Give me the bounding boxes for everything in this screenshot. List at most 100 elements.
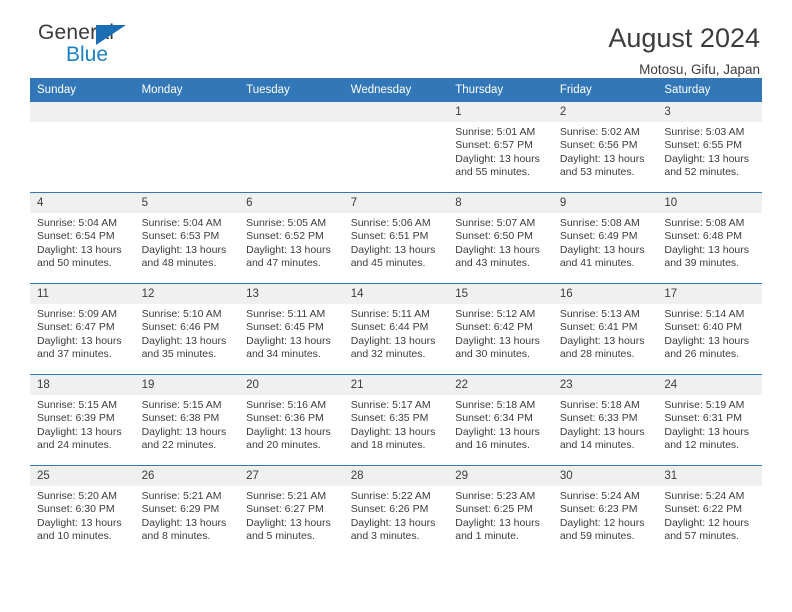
sunrise-text: Sunrise: 5:05 AM <box>246 217 327 229</box>
day-details: Sunrise: 5:03 AM Sunset: 6:55 PM Daylight:… <box>657 122 762 180</box>
calendar-body: 1 Sunrise: 5:01 AM Sunset: 6:57 PM Daylight… <box>30 102 762 556</box>
calendar-day-cell[interactable]: 30 Sunrise: 5:24 AM Sunset: 6:23 PM Dayligh… <box>552 465 658 556</box>
daylight-text: Daylight: 13 hours and 39 minutes. <box>664 243 750 270</box>
calendar-day-cell[interactable]: 6 Sunrise: 5:05 AM Sunset: 6:52 PM Daylight… <box>239 192 344 284</box>
day-details: Sunrise: 5:15 AM Sunset: 6:39 PM Daylight:… <box>30 395 135 453</box>
day-number: 28 <box>343 466 449 486</box>
sunset-text: Sunset: 6:22 PM <box>664 503 743 516</box>
day-number: 19 <box>134 375 240 395</box>
calendar-day-cell[interactable]: 10 Sunrise: 5:08 AM Sunset: 6:48 PM Dayligh… <box>657 192 762 284</box>
day-number: 17 <box>657 284 762 304</box>
day-details: Sunrise: 5:17 AM Sunset: 6:35 PM Daylight:… <box>344 395 449 453</box>
calendar-day-cell[interactable]: 18 Sunrise: 5:15 AM Sunset: 6:39 PM Dayligh… <box>30 374 135 466</box>
calendar-day-cell[interactable]: 16 Sunrise: 5:13 AM Sunset: 6:41 PM Dayligh… <box>552 283 658 375</box>
day-details: Sunrise: 5:24 AM Sunset: 6:23 PM Daylight:… <box>553 486 658 544</box>
calendar-day-cell[interactable]: 8 Sunrise: 5:07 AM Sunset: 6:50 PM Daylight… <box>448 192 553 284</box>
calendar-day-cell[interactable]: 17 Sunrise: 5:14 AM Sunset: 6:40 PM Dayligh… <box>657 283 762 375</box>
calendar-day-cell[interactable]: 13 Sunrise: 5:11 AM Sunset: 6:45 PM Dayligh… <box>239 283 344 375</box>
blue-triangle-flag-icon <box>96 25 126 45</box>
day-details: Sunrise: 5:10 AM Sunset: 6:46 PM Daylight:… <box>135 304 240 362</box>
calendar-day-cell[interactable]: 20 Sunrise: 5:16 AM Sunset: 6:36 PM Dayligh… <box>239 374 344 466</box>
sunset-text: Sunset: 6:27 PM <box>246 503 324 516</box>
sunset-text: Sunset: 6:38 PM <box>141 412 220 425</box>
calendar-day-cell[interactable]: 15 Sunrise: 5:12 AM Sunset: 6:42 PM Dayligh… <box>448 283 553 375</box>
daylight-text: Daylight: 13 hours and 35 minutes. <box>141 334 227 361</box>
calendar-day-cell[interactable]: 29 Sunrise: 5:23 AM Sunset: 6:25 PM Dayligh… <box>448 465 553 556</box>
day-details: Sunrise: 5:11 AM Sunset: 6:44 PM Daylight:… <box>344 304 449 362</box>
sunrise-text: Sunrise: 5:22 AM <box>350 490 431 502</box>
daylight-text: Daylight: 13 hours and 47 minutes. <box>246 243 331 270</box>
sunset-text: Sunset: 6:23 PM <box>559 503 638 516</box>
calendar-head: Sunday Monday Tuesday Wednesday Thursday… <box>30 78 762 102</box>
daylight-text: Daylight: 13 hours and 32 minutes. <box>350 334 436 361</box>
sunset-text: Sunset: 6:33 PM <box>559 412 638 425</box>
page-title: August 2024 <box>608 23 760 53</box>
sunrise-text: Sunrise: 5:18 AM <box>455 399 536 411</box>
weekday-header-monday: Monday <box>134 78 240 102</box>
calendar-day-cell[interactable]: 22 Sunrise: 5:18 AM Sunset: 6:34 PM Dayligh… <box>448 374 553 466</box>
daylight-text: Daylight: 13 hours and 22 minutes. <box>141 425 227 452</box>
calendar-day-cell[interactable]: 12 Sunrise: 5:10 AM Sunset: 6:46 PM Dayligh… <box>134 283 240 375</box>
sunrise-text: Sunrise: 5:03 AM <box>664 126 745 138</box>
calendar-day-cell[interactable]: 7 Sunrise: 5:06 AM Sunset: 6:51 PM Daylight… <box>343 192 449 284</box>
daylight-text: Daylight: 13 hours and 53 minutes. <box>559 152 645 179</box>
calendar-table: Sunday Monday Tuesday Wednesday Thursday… <box>30 78 762 556</box>
sunrise-text: Sunrise: 5:16 AM <box>246 399 327 411</box>
calendar-day-cell[interactable]: 1 Sunrise: 5:01 AM Sunset: 6:57 PM Daylight… <box>448 102 553 193</box>
calendar-week-row: 1 Sunrise: 5:01 AM Sunset: 6:57 PM Daylight… <box>30 102 762 193</box>
day-details: Sunrise: 5:02 AM Sunset: 6:56 PM Daylight:… <box>553 122 658 180</box>
calendar-day-cell[interactable]: 5 Sunrise: 5:04 AM Sunset: 6:53 PM Daylight… <box>134 192 240 284</box>
daylight-text: Daylight: 13 hours and 41 minutes. <box>559 243 645 270</box>
calendar-day-cell[interactable]: 24 Sunrise: 5:19 AM Sunset: 6:31 PM Dayligh… <box>657 374 762 466</box>
sunrise-text: Sunrise: 5:08 AM <box>559 217 640 229</box>
weekday-header-friday: Friday <box>552 78 658 102</box>
sunrise-text: Sunrise: 5:13 AM <box>559 308 640 320</box>
weekday-header-tuesday: Tuesday <box>239 78 344 102</box>
sunset-text: Sunset: 6:50 PM <box>455 230 533 243</box>
daylight-text: Daylight: 13 hours and 14 minutes. <box>559 425 645 452</box>
day-details: Sunrise: 5:21 AM Sunset: 6:29 PM Daylight:… <box>135 486 240 544</box>
sunrise-text: Sunrise: 5:19 AM <box>664 399 745 411</box>
calendar-day-cell[interactable]: 21 Sunrise: 5:17 AM Sunset: 6:35 PM Dayligh… <box>343 374 449 466</box>
brand-logo[interactable]: General Blue <box>30 22 238 65</box>
brand-name-primary: General <box>38 21 115 44</box>
day-number: 27 <box>239 466 344 486</box>
day-details: Sunrise: 5:12 AM Sunset: 6:42 PM Daylight:… <box>448 304 553 362</box>
sunset-text: Sunset: 6:31 PM <box>664 412 743 425</box>
sunset-text: Sunset: 6:56 PM <box>559 139 638 152</box>
daylight-text: Daylight: 13 hours and 55 minutes. <box>455 152 540 179</box>
calendar-day-cell[interactable]: 31 Sunrise: 5:24 AM Sunset: 6:22 PM Dayligh… <box>657 465 762 556</box>
calendar-day-cell[interactable]: 4 Sunrise: 5:04 AM Sunset: 6:54 PM Daylight… <box>30 192 135 284</box>
calendar-day-cell[interactable]: 2 Sunrise: 5:02 AM Sunset: 6:56 PM Daylight… <box>552 102 658 193</box>
day-number: 10 <box>657 193 762 213</box>
calendar-day-cell[interactable]: 26 Sunrise: 5:21 AM Sunset: 6:29 PM Dayligh… <box>134 465 240 556</box>
day-details: Sunrise: 5:15 AM Sunset: 6:38 PM Daylight:… <box>135 395 240 453</box>
daylight-text: Daylight: 13 hours and 5 minutes. <box>246 516 331 543</box>
day-number: 11 <box>30 284 135 304</box>
calendar-day-cell[interactable]: 11 Sunrise: 5:09 AM Sunset: 6:47 PM Dayligh… <box>30 283 135 375</box>
day-number: 3 <box>657 102 762 122</box>
sunrise-text: Sunrise: 5:08 AM <box>664 217 745 229</box>
daylight-text: Daylight: 13 hours and 28 minutes. <box>559 334 645 361</box>
sunset-text: Sunset: 6:46 PM <box>141 321 220 334</box>
calendar-day-cell[interactable]: 27 Sunrise: 5:21 AM Sunset: 6:27 PM Dayligh… <box>239 465 344 556</box>
day-number: 13 <box>239 284 344 304</box>
daylight-text: Daylight: 13 hours and 10 minutes. <box>37 516 122 543</box>
sunrise-text: Sunrise: 5:20 AM <box>37 490 117 502</box>
daylight-text: Daylight: 13 hours and 37 minutes. <box>37 334 122 361</box>
calendar-day-cell[interactable]: 9 Sunrise: 5:08 AM Sunset: 6:49 PM Daylight… <box>552 192 658 284</box>
day-details: Sunrise: 5:24 AM Sunset: 6:22 PM Daylight:… <box>657 486 762 544</box>
calendar-week-row: 25 Sunrise: 5:20 AM Sunset: 6:30 PM Dayligh… <box>30 465 762 556</box>
calendar-day-cell[interactable]: 3 Sunrise: 5:03 AM Sunset: 6:55 PM Daylight… <box>657 102 762 193</box>
daylight-text: Daylight: 13 hours and 8 minutes. <box>141 516 227 543</box>
day-number: 2 <box>552 102 658 122</box>
calendar-day-cell[interactable]: 19 Sunrise: 5:15 AM Sunset: 6:38 PM Dayligh… <box>134 374 240 466</box>
sunrise-text: Sunrise: 5:24 AM <box>559 490 640 502</box>
day-number: 15 <box>448 284 553 304</box>
calendar-day-cell[interactable]: 14 Sunrise: 5:11 AM Sunset: 6:44 PM Dayligh… <box>343 283 449 375</box>
calendar-day-cell[interactable]: 23 Sunrise: 5:18 AM Sunset: 6:33 PM Dayligh… <box>552 374 658 466</box>
daylight-text: Daylight: 13 hours and 43 minutes. <box>455 243 540 270</box>
daylight-text: Daylight: 13 hours and 18 minutes. <box>350 425 436 452</box>
calendar-day-cell[interactable]: 25 Sunrise: 5:20 AM Sunset: 6:30 PM Dayligh… <box>30 465 135 556</box>
calendar-day-cell[interactable]: 28 Sunrise: 5:22 AM Sunset: 6:26 PM Dayligh… <box>343 465 449 556</box>
